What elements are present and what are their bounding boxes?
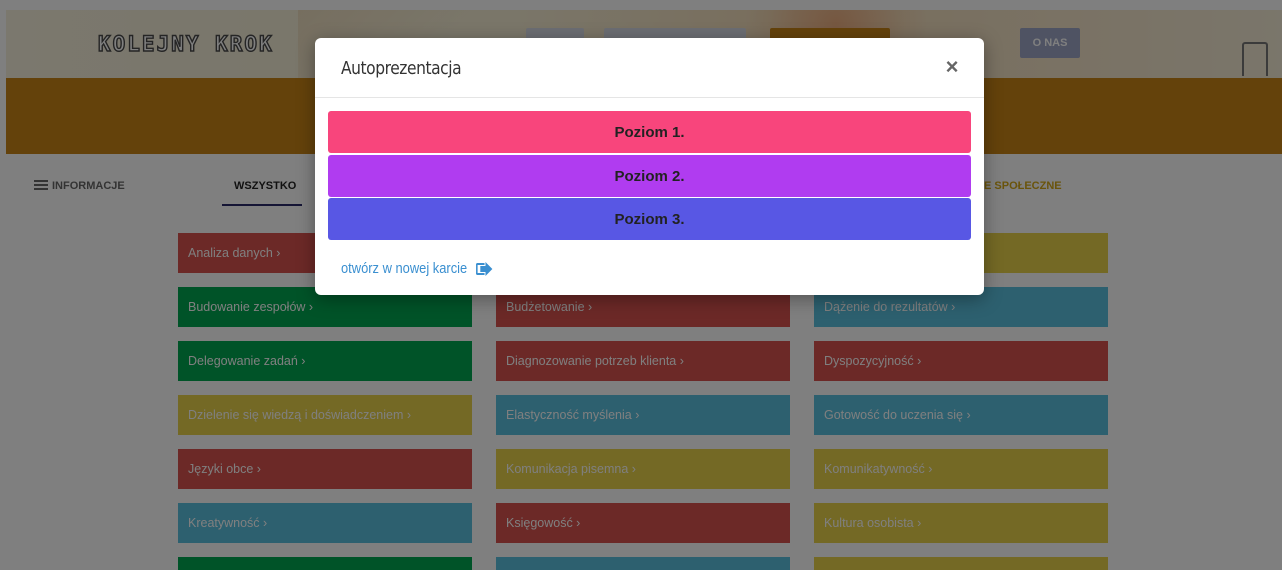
close-icon[interactable]: ×	[941, 56, 963, 78]
modal-divider	[315, 97, 984, 98]
autoprezentacja-modal: Autoprezentacja × Poziom 1. Poziom 2. Po…	[315, 38, 984, 295]
open-in-new-tab-link[interactable]: otwórz w nowej karcie	[341, 260, 493, 277]
level-1-button[interactable]: Poziom 1.	[328, 111, 971, 153]
level-2-button[interactable]: Poziom 2.	[328, 155, 971, 197]
modal-title: Autoprezentacja	[341, 58, 462, 79]
sign-out-icon	[475, 261, 493, 276]
level-3-button[interactable]: Poziom 3.	[328, 198, 971, 240]
open-in-new-tab-label: otwórz w nowej karcie	[341, 260, 468, 277]
